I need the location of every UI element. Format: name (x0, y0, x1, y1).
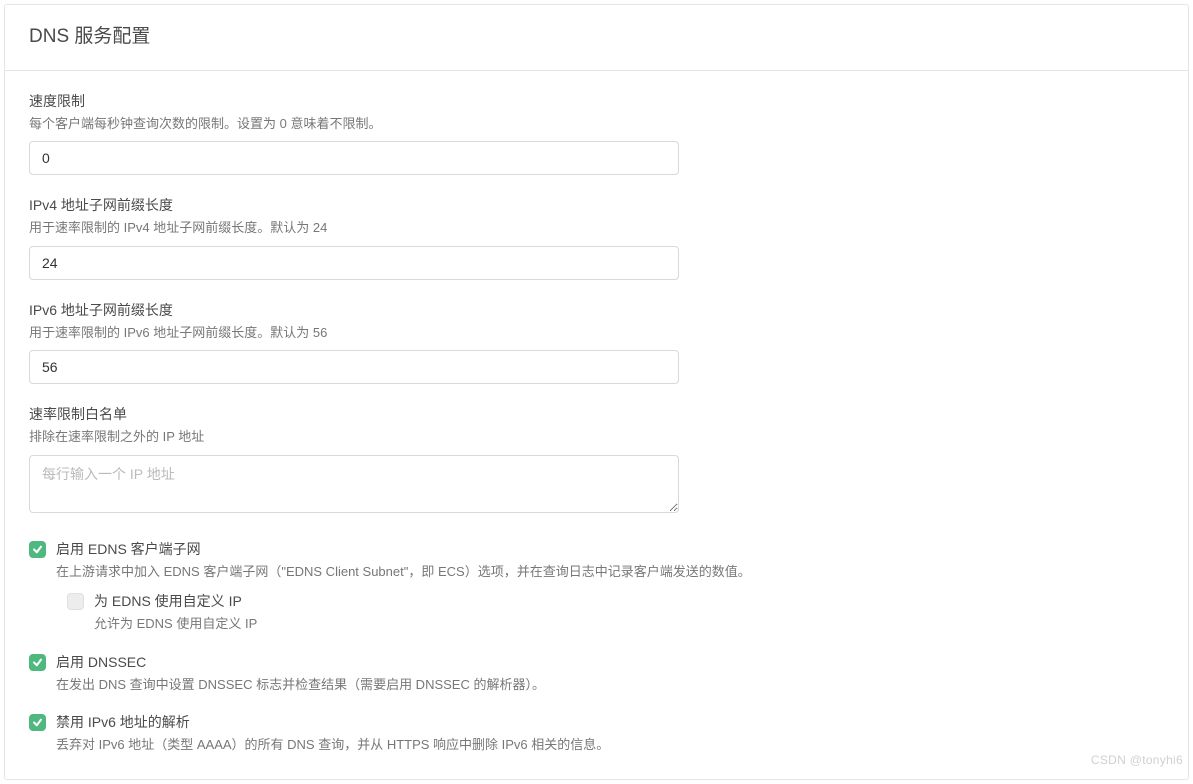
rate-limit-group: 速度限制 每个客户端每秒钟查询次数的限制。设置为 0 意味着不限制。 (29, 91, 1164, 176)
dns-settings-card: DNS 服务配置 速度限制 每个客户端每秒钟查询次数的限制。设置为 0 意味着不… (4, 4, 1189, 780)
whitelist-group: 速率限制白名单 排除在速率限制之外的 IP 地址 (29, 404, 1164, 519)
check-icon (32, 544, 43, 555)
whitelist-label: 速率限制白名单 (29, 404, 1164, 425)
ipv6-prefix-group: IPv6 地址子网前缀长度 用于速率限制的 IPv6 地址子网前缀长度。默认为 … (29, 300, 1164, 385)
check-icon (32, 657, 43, 668)
dnssec-group: 启用 DNSSEC 在发出 DNS 查询中设置 DNSSEC 标志并检查结果（需… (29, 652, 1164, 695)
dnssec-label[interactable]: 启用 DNSSEC (56, 652, 1164, 673)
watermark: CSDN @tonyhi6 (1091, 751, 1183, 769)
edns-custom-desc: 允许为 EDNS 使用自定义 IP (94, 614, 1164, 634)
card-body: 速度限制 每个客户端每秒钟查询次数的限制。设置为 0 意味着不限制。 IPv4 … (5, 71, 1188, 779)
edns-custom-label[interactable]: 为 EDNS 使用自定义 IP (94, 591, 1164, 612)
ipv6-prefix-input[interactable] (29, 350, 679, 384)
rate-limit-input[interactable] (29, 141, 679, 175)
whitelist-desc: 排除在速率限制之外的 IP 地址 (29, 427, 1164, 447)
ipv6-prefix-desc: 用于速率限制的 IPv6 地址子网前缀长度。默认为 56 (29, 323, 1164, 343)
disable-ipv6-group: 禁用 IPv6 地址的解析 丢弃对 IPv6 地址（类型 AAAA）的所有 DN… (29, 712, 1164, 755)
page-title: DNS 服务配置 (29, 23, 1164, 52)
rate-limit-label: 速度限制 (29, 91, 1164, 112)
edns-custom-group: 为 EDNS 使用自定义 IP 允许为 EDNS 使用自定义 IP (67, 591, 1164, 634)
rate-limit-desc: 每个客户端每秒钟查询次数的限制。设置为 0 意味着不限制。 (29, 114, 1164, 134)
ipv4-prefix-group: IPv4 地址子网前缀长度 用于速率限制的 IPv4 地址子网前缀长度。默认为 … (29, 195, 1164, 280)
ipv6-prefix-label: IPv6 地址子网前缀长度 (29, 300, 1164, 321)
dnssec-desc: 在发出 DNS 查询中设置 DNSSEC 标志并检查结果（需要启用 DNSSEC… (56, 675, 1164, 695)
disable-ipv6-checkbox[interactable] (29, 714, 46, 731)
card-header: DNS 服务配置 (5, 5, 1188, 71)
ipv4-prefix-label: IPv4 地址子网前缀长度 (29, 195, 1164, 216)
edns-custom-content: 为 EDNS 使用自定义 IP 允许为 EDNS 使用自定义 IP (94, 591, 1164, 634)
edns-content: 启用 EDNS 客户端子网 在上游请求中加入 EDNS 客户端子网（"EDNS … (56, 539, 1164, 582)
ipv4-prefix-input[interactable] (29, 246, 679, 280)
dnssec-checkbox[interactable] (29, 654, 46, 671)
whitelist-textarea[interactable] (29, 455, 679, 513)
ipv4-prefix-desc: 用于速率限制的 IPv4 地址子网前缀长度。默认为 24 (29, 218, 1164, 238)
disable-ipv6-label[interactable]: 禁用 IPv6 地址的解析 (56, 712, 1164, 733)
disable-ipv6-content: 禁用 IPv6 地址的解析 丢弃对 IPv6 地址（类型 AAAA）的所有 DN… (56, 712, 1164, 755)
dnssec-content: 启用 DNSSEC 在发出 DNS 查询中设置 DNSSEC 标志并检查结果（需… (56, 652, 1164, 695)
edns-label[interactable]: 启用 EDNS 客户端子网 (56, 539, 1164, 560)
disable-ipv6-desc: 丢弃对 IPv6 地址（类型 AAAA）的所有 DNS 查询，并从 HTTPS … (56, 735, 1164, 755)
edns-custom-checkbox[interactable] (67, 593, 84, 610)
check-icon (32, 717, 43, 728)
edns-checkbox[interactable] (29, 541, 46, 558)
edns-group: 启用 EDNS 客户端子网 在上游请求中加入 EDNS 客户端子网（"EDNS … (29, 539, 1164, 634)
edns-desc: 在上游请求中加入 EDNS 客户端子网（"EDNS Client Subnet"… (56, 562, 1164, 582)
